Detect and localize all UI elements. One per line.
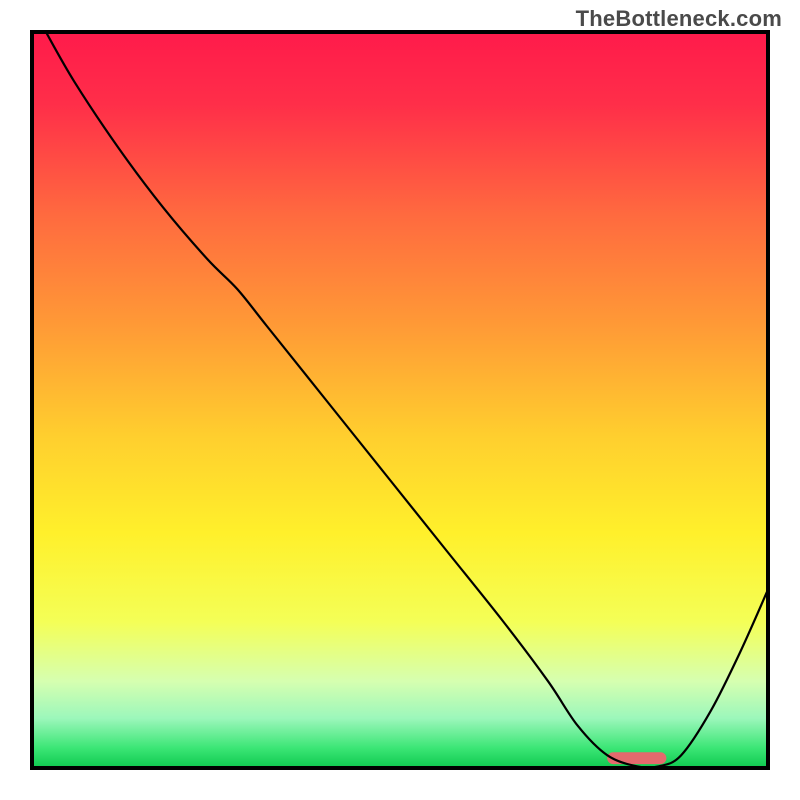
gradient-background: [30, 30, 770, 770]
chart-container: TheBottleneck.com: [0, 0, 800, 800]
optimum-band: [607, 752, 666, 764]
watermark-text: TheBottleneck.com: [576, 6, 782, 32]
plot-area: [30, 30, 770, 770]
bottleneck-chart: [0, 0, 800, 800]
